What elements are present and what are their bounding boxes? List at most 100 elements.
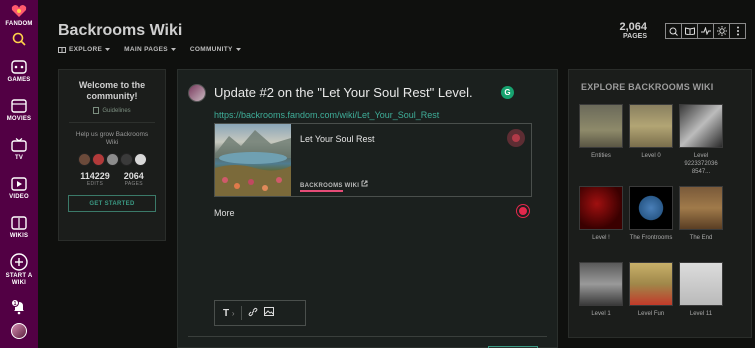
chevron-down-icon	[105, 48, 111, 51]
nav-main-pages[interactable]: MAIN PAGES	[124, 46, 176, 53]
user-avatar[interactable]	[0, 323, 38, 339]
more-options-button[interactable]	[729, 23, 746, 39]
tile-image	[679, 262, 723, 306]
tile-caption: Level 1	[591, 311, 611, 317]
grow-text: Help us grow Backrooms Wiki	[75, 131, 149, 146]
landscape-image	[215, 130, 291, 196]
recent-changes-button[interactable]	[697, 23, 714, 39]
rail-item-wikis[interactable]: WIKIS	[0, 214, 38, 240]
tile-caption: The End	[689, 235, 713, 241]
rail-label-games: GAMES	[7, 77, 31, 83]
explore-tile-level-1[interactable]: Level 1	[579, 262, 623, 318]
avatar	[188, 84, 206, 102]
search-icon	[9, 30, 29, 48]
avatar[interactable]	[77, 153, 91, 166]
edits-value: 114229	[80, 171, 110, 181]
preview-thumbnail	[215, 124, 291, 196]
tile-image	[629, 104, 673, 148]
link-preview-card[interactable]: Let Your Soul Rest BACKROOMS WIKI	[214, 123, 532, 197]
avatar[interactable]	[119, 153, 133, 166]
tile-caption: Level Fun	[637, 311, 665, 317]
explore-tile-frontrooms[interactable]: The Frontrooms	[629, 186, 673, 242]
wiki-nav: EXPLORE MAIN PAGES COMMUNITY	[58, 46, 241, 53]
post-link[interactable]: https://backrooms.fandom.com/wiki/Let_Yo…	[214, 110, 439, 120]
pages-counter: 2,064 PAGES	[619, 22, 647, 41]
tv-icon	[9, 136, 29, 154]
movies-icon	[9, 97, 29, 115]
explore-tile-level-922[interactable]: Level 9223372036 8547...	[679, 104, 723, 176]
avatar[interactable]	[91, 153, 105, 166]
chevron-down-icon	[170, 48, 176, 51]
formatting-toolbar: T ›	[214, 300, 306, 326]
nav-explore[interactable]: EXPLORE	[58, 46, 111, 53]
book-icon	[58, 46, 66, 53]
notifications-button[interactable]: 1	[0, 298, 38, 316]
avatar[interactable]	[105, 153, 119, 166]
wiki-stats: 114229 EDITS 2064 PAGES	[59, 171, 165, 187]
random-page-button[interactable]	[681, 23, 698, 39]
document-icon	[93, 107, 100, 114]
guidelines-link[interactable]: Guidelines	[59, 107, 165, 114]
nav-community[interactable]: COMMUNITY	[190, 46, 241, 53]
rail-label-video: VIDEO	[9, 194, 29, 200]
nav-main-pages-label: MAIN PAGES	[124, 46, 168, 53]
rail-label-movies: MOVIES	[6, 116, 32, 122]
explore-tile-level-fun[interactable]: Level Fun	[629, 262, 673, 318]
notification-dot-icon[interactable]	[517, 205, 529, 217]
rail-item-video[interactable]: VIDEO	[0, 175, 38, 201]
post-title-input[interactable]: Update #2 on the "Let Your Soul Rest" Le…	[214, 85, 473, 100]
edits-label: EDITS	[86, 181, 104, 187]
avatar	[11, 323, 27, 339]
close-icon	[512, 134, 520, 142]
tile-image	[579, 104, 623, 148]
explore-tile-level-run[interactable]: Level !	[579, 186, 623, 242]
nav-explore-label: EXPLORE	[69, 46, 103, 53]
get-started-button[interactable]: GET STARTED	[68, 195, 156, 212]
kebab-menu-icon	[736, 26, 739, 36]
rail-item-tv[interactable]: TV	[0, 136, 38, 162]
chevron-right-icon: ›	[231, 308, 235, 318]
theme-toggle-button[interactable]	[713, 23, 730, 39]
divider	[240, 306, 242, 320]
avatar[interactable]	[133, 153, 147, 166]
link-icon	[248, 307, 257, 316]
start-a-wiki-button[interactable]: START A WIKI	[0, 252, 38, 287]
book-open-icon	[684, 27, 695, 35]
video-icon	[9, 175, 29, 193]
tile-caption: Level !	[592, 235, 610, 241]
pages-count-value: 2,064	[619, 21, 647, 33]
rail-label-fandom: FANDOM	[5, 21, 33, 27]
rail-item-movies[interactable]: MOVIES	[0, 97, 38, 123]
external-link-icon	[361, 180, 368, 187]
fandom-logo[interactable]: FANDOM	[0, 2, 38, 28]
insert-link-button[interactable]	[248, 307, 258, 320]
nav-community-label: COMMUNITY	[189, 46, 233, 53]
explore-tile-level-11[interactable]: Level 11	[679, 262, 723, 318]
rail-label-start-wiki: START A WIKI	[5, 273, 33, 286]
text-format-button[interactable]: T ›	[223, 308, 235, 319]
grammarly-icon[interactable]: G	[501, 86, 514, 99]
wiki-title[interactable]: Backrooms Wiki	[58, 22, 182, 40]
tile-image	[579, 186, 623, 230]
chevron-down-icon	[235, 48, 241, 51]
search-button[interactable]	[0, 30, 38, 48]
image-icon	[263, 307, 274, 316]
rail-item-games[interactable]: GAMES	[0, 58, 38, 84]
wikis-icon	[9, 214, 29, 232]
divider	[188, 336, 547, 337]
explore-tile-the-end[interactable]: The End	[679, 186, 723, 242]
tile-image	[679, 104, 723, 148]
preview-wiki-link[interactable]: BACKROOMS WIKI	[300, 180, 368, 192]
plus-icon	[9, 252, 29, 272]
tile-caption: The Frontrooms	[629, 235, 673, 241]
search-tool-button[interactable]	[665, 23, 682, 39]
remove-preview-button[interactable]	[507, 129, 525, 147]
insert-image-button[interactable]	[263, 307, 274, 319]
explore-tile-level-0[interactable]: Level 0	[629, 104, 673, 160]
notification-count: 1	[14, 301, 17, 307]
text-format-label: T	[223, 307, 230, 319]
pages-value: 2064	[123, 171, 144, 181]
sun-icon	[716, 26, 727, 36]
tile-image	[629, 186, 673, 230]
explore-tile-entities[interactable]: Entities	[579, 104, 623, 160]
